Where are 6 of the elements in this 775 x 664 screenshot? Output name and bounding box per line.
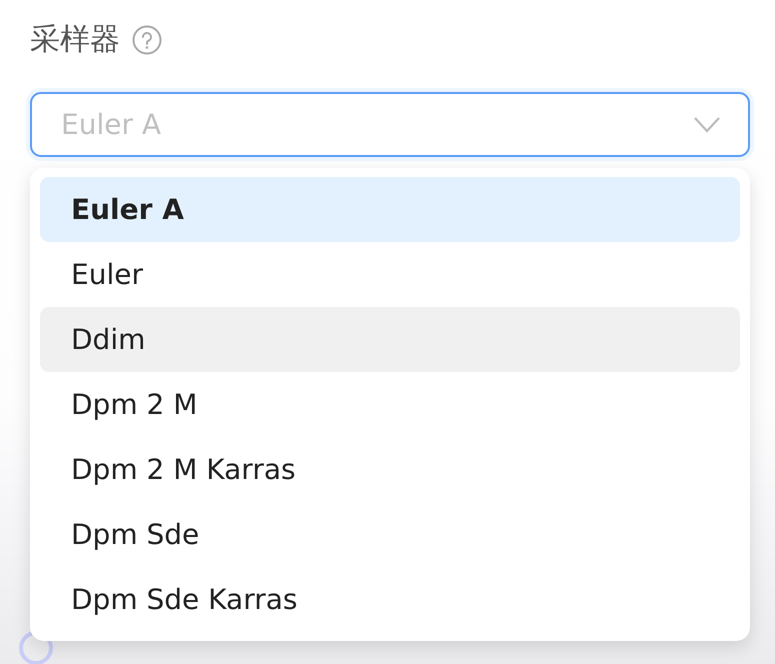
select-value: Euler A xyxy=(61,108,162,141)
chevron-icon xyxy=(694,116,720,132)
help-icon[interactable] xyxy=(132,25,162,55)
dropdown-option[interactable]: Euler A xyxy=(40,177,740,242)
field-label: 采样器 xyxy=(30,22,120,58)
dropdown-option[interactable]: Ddim xyxy=(40,307,740,372)
